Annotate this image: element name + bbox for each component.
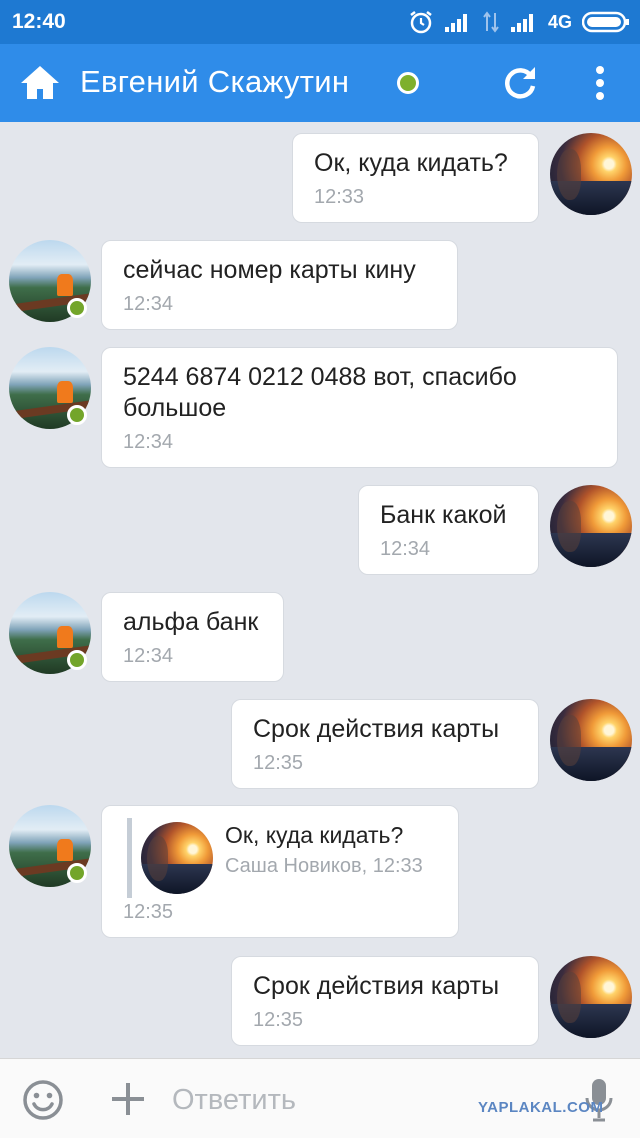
message-time: 12:33 <box>314 186 365 208</box>
message-time: 12:34 <box>123 293 174 315</box>
home-icon <box>21 66 59 99</box>
message-bubble-incoming[interactable]: сейчас номер карты кину 12:34 <box>101 240 458 330</box>
quoted-message-meta: Саша Новиков, 12:33 <box>225 855 423 877</box>
network-type: 4G <box>547 11 572 32</box>
message-bubble-incoming[interactable]: 5244 6874 0212 0488 вот, спасибо большое… <box>101 347 618 468</box>
message-bubble-outgoing[interactable]: Срок действия карты 12:35 <box>231 699 539 789</box>
message-bubble-incoming[interactable]: альфа банк 12:34 <box>101 592 284 682</box>
message-time: 12:34 <box>380 538 431 560</box>
smiley-icon <box>23 1080 63 1120</box>
my-avatar[interactable] <box>550 699 632 781</box>
status-bar: 12:40 4G <box>0 0 640 44</box>
watermark-logo: YAPLAKAL.COM <box>478 1099 604 1116</box>
data-transfer-icon <box>482 11 500 33</box>
more-menu-button[interactable] <box>584 63 616 103</box>
message-text: сейчас номер карты кину <box>123 256 416 284</box>
composer-bar <box>0 1058 640 1138</box>
my-avatar[interactable] <box>550 485 632 567</box>
alarm-icon <box>408 9 434 35</box>
online-indicator <box>67 863 87 883</box>
message-text-line-2: большое <box>123 394 227 422</box>
refresh-icon <box>505 67 536 99</box>
online-indicator <box>67 298 87 318</box>
message-text: альфа банк <box>123 608 259 636</box>
contact-name[interactable]: Евгений Скажутин <box>80 64 349 100</box>
home-button[interactable] <box>18 61 62 105</box>
message-time: 12:34 <box>123 431 174 453</box>
message-list[interactable]: Ок, куда кидать? 12:33 сейчас номер карт… <box>0 122 640 1058</box>
battery-icon <box>582 11 630 33</box>
message-time: 12:34 <box>123 645 174 667</box>
more-vertical-icon <box>596 66 604 100</box>
signal-icon <box>444 11 472 33</box>
message-text: Срок действия карты <box>253 715 500 743</box>
online-indicator <box>67 405 87 425</box>
app-bar: Евгений Скажутин <box>0 44 640 122</box>
message-bubble-incoming-quote[interactable]: Ок, куда кидать? Саша Новиков, 12:33 12:… <box>101 805 459 938</box>
message-text: Банк какой <box>380 501 507 529</box>
online-indicator <box>67 650 87 670</box>
attach-button[interactable] <box>108 1079 148 1119</box>
message-time: 12:35 <box>253 752 304 774</box>
my-avatar[interactable] <box>550 956 632 1038</box>
quote-bar <box>127 818 132 898</box>
quoted-message-text: Ок, куда кидать? <box>225 822 404 848</box>
message-bubble-outgoing[interactable]: Ок, куда кидать? 12:33 <box>292 133 539 223</box>
status-icons: 4G <box>408 8 630 36</box>
message-text: Срок действия карты <box>253 972 500 1000</box>
online-indicator <box>397 72 419 94</box>
status-time: 12:40 <box>12 10 66 33</box>
emoji-button[interactable] <box>22 1079 64 1121</box>
signal-icon-2 <box>510 11 538 33</box>
message-text-line-1: 5244 6874 0212 0488 вот, спасибо <box>123 363 517 391</box>
message-text: Ок, куда кидать? <box>314 149 508 177</box>
message-time: 12:35 <box>253 1009 304 1031</box>
message-time: 12:35 <box>123 901 174 923</box>
quoted-author-avatar <box>141 822 213 894</box>
message-bubble-outgoing[interactable]: Банк какой 12:34 <box>358 485 539 575</box>
message-bubble-outgoing[interactable]: Срок действия карты 12:35 <box>231 956 539 1046</box>
plus-icon <box>112 1083 144 1115</box>
my-avatar[interactable] <box>550 133 632 215</box>
refresh-button[interactable] <box>500 63 540 103</box>
